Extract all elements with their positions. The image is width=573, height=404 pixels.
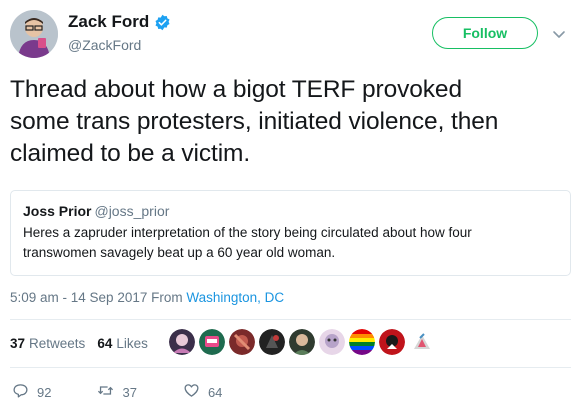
likes-label: Likes: [116, 336, 148, 351]
quoted-tweet-text: Heres a zapruder interpretation of the s…: [23, 223, 558, 263]
like-button[interactable]: 64: [183, 382, 222, 402]
liker-avatar[interactable]: [409, 329, 435, 355]
tweet-text-line: claimed to be a victim.: [10, 140, 251, 167]
heart-icon: [183, 382, 200, 402]
quoted-text-line: Heres a zapruder interpretation of the s…: [23, 225, 472, 240]
verified-badge-icon: [154, 14, 171, 31]
chevron-down-icon[interactable]: [552, 27, 566, 41]
tweet-text: Thread about how a bigot TERF provoked s…: [10, 74, 563, 170]
author-handle[interactable]: @ZackFord: [68, 37, 141, 53]
divider: [10, 319, 571, 320]
retweet-button[interactable]: 37: [97, 382, 137, 402]
retweets-stat[interactable]: 37 Retweets: [10, 336, 85, 351]
quoted-text-line: transwomen savagely beat up a 60 year ol…: [23, 245, 336, 260]
timestamp-text[interactable]: 5:09 am - 14 Sep 2017 From: [10, 290, 186, 305]
author-avatar[interactable]: [10, 10, 58, 58]
engagement-stats: 37 Retweets 64 Likes: [10, 336, 148, 351]
author-name-text[interactable]: Zack Ford: [68, 12, 149, 32]
liker-avatar[interactable]: [289, 329, 315, 355]
quoted-tweet-card[interactable]: Joss Prior @joss_prior Heres a zapruder i…: [10, 190, 571, 276]
liker-avatar[interactable]: [199, 329, 225, 355]
tweet-actions: 92 37 64: [12, 382, 268, 402]
like-count: 64: [207, 384, 223, 400]
quoted-tweet-header: Joss Prior @joss_prior: [23, 202, 558, 220]
reply-button[interactable]: 92: [12, 382, 51, 402]
retweets-count: 37: [10, 336, 26, 351]
liker-avatar[interactable]: [349, 329, 375, 355]
liker-avatar[interactable]: [379, 329, 405, 355]
likers-avatar-row: [169, 328, 439, 356]
tweet-text-line: some trans protesters, initiated violenc…: [10, 108, 499, 135]
likes-count: 64: [97, 336, 113, 351]
tweet-text-line: Thread about how a bigot TERF provoked: [10, 76, 462, 103]
quoted-author-handle: @joss_prior: [94, 203, 170, 219]
retweet-icon: [97, 382, 114, 402]
likes-stat[interactable]: 64 Likes: [97, 336, 148, 351]
author-display-name[interactable]: Zack Ford: [68, 12, 171, 32]
tweet-timestamp: 5:09 am - 14 Sep 2017 From Washington, D…: [10, 290, 284, 305]
liker-avatar[interactable]: [229, 329, 255, 355]
liker-avatar[interactable]: [319, 329, 345, 355]
retweet-count: 37: [122, 384, 137, 400]
divider: [10, 367, 571, 368]
liker-avatar[interactable]: [169, 329, 195, 355]
reply-count: 92: [37, 384, 52, 400]
quoted-author-name: Joss Prior: [23, 203, 92, 219]
follow-button[interactable]: Follow: [432, 17, 538, 49]
location-link[interactable]: Washington, DC: [186, 290, 284, 305]
retweets-label: Retweets: [29, 336, 86, 351]
reply-icon: [12, 382, 29, 402]
liker-avatar[interactable]: [259, 329, 285, 355]
